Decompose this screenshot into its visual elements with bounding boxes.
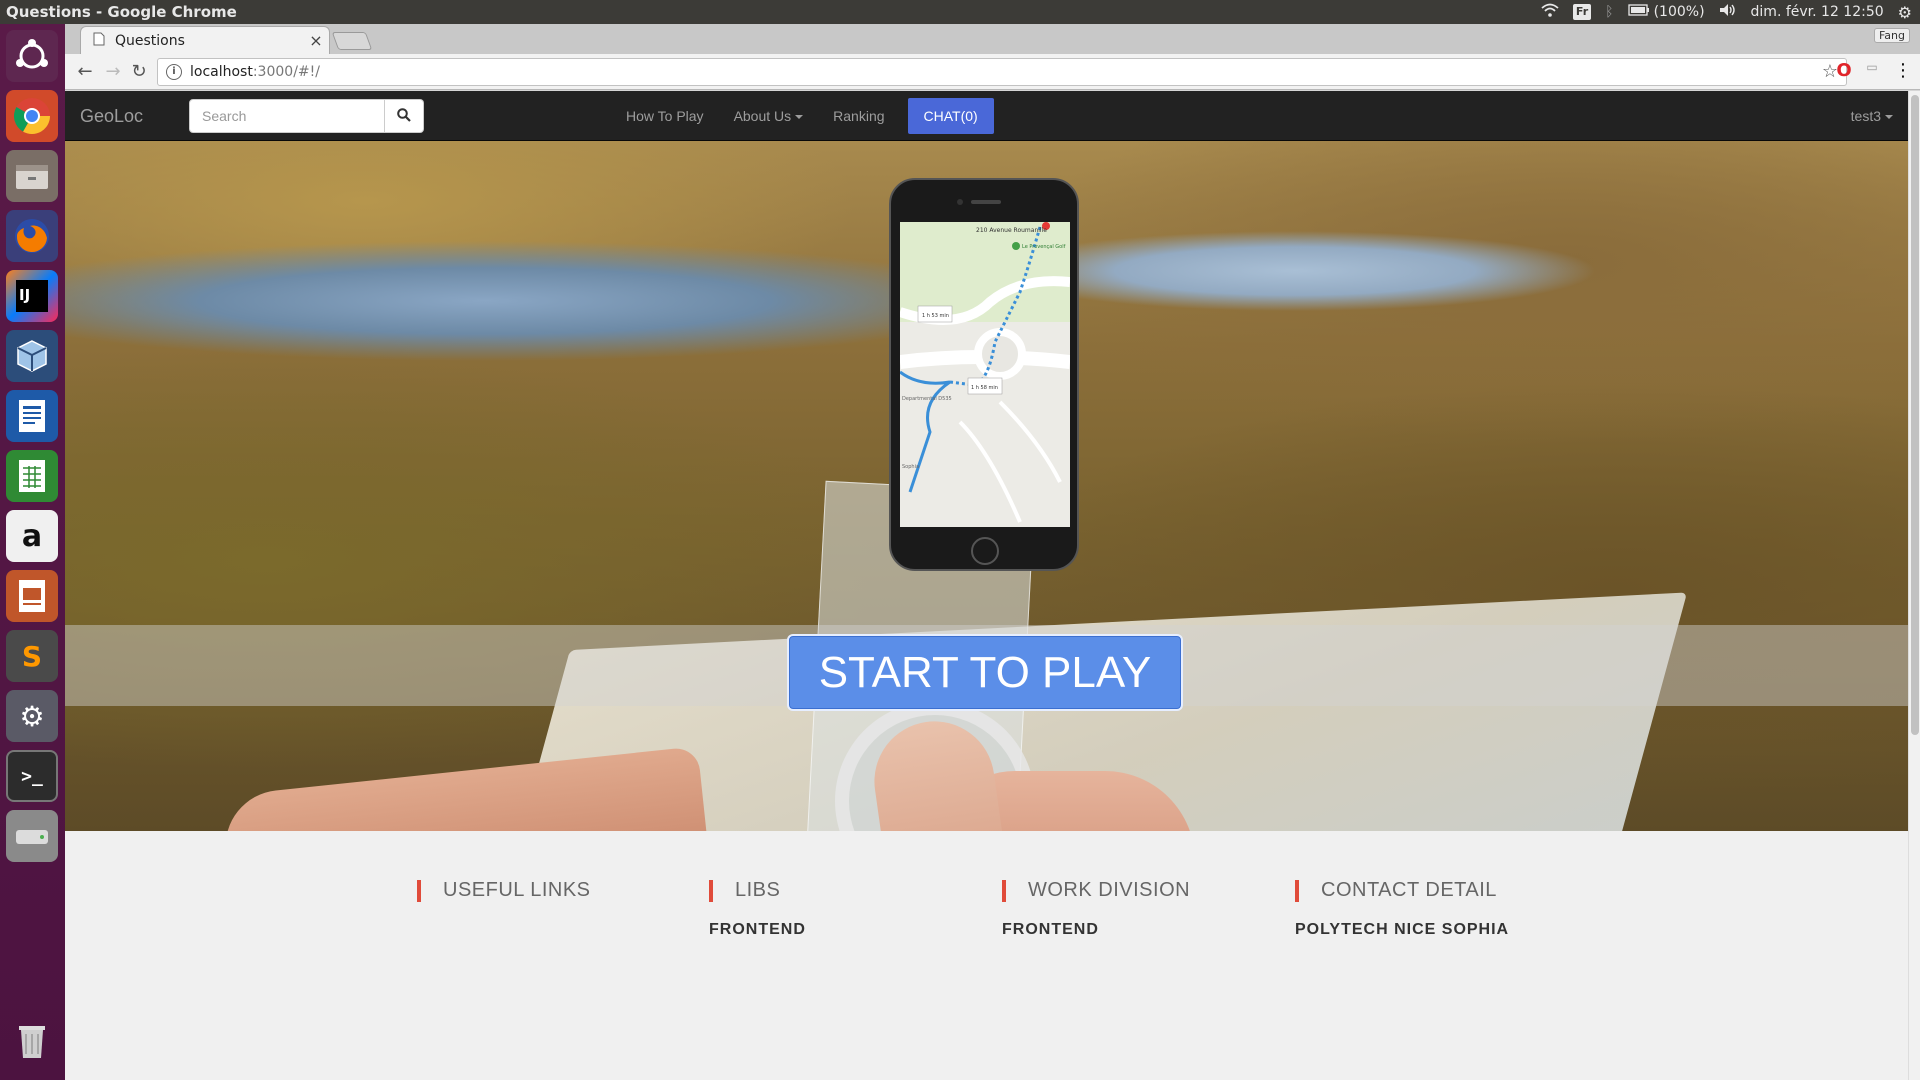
calc-icon[interactable] [6, 450, 58, 502]
url-host: localhost [190, 64, 253, 80]
browser-window: Questions × Fang ← → ↻ i localhost:3000/… [65, 24, 1920, 1080]
search-form [189, 99, 424, 133]
nav-about-us-label: About Us [733, 108, 792, 124]
scrollbar-thumb[interactable] [1911, 95, 1919, 735]
site-info-icon[interactable]: i [166, 64, 182, 80]
opera-extension-icon[interactable]: O [1832, 60, 1856, 81]
hero-section: 210 Avenue Roumanille Le Provençal Golf … [65, 141, 1908, 831]
intellij-icon[interactable]: IJ [6, 270, 58, 322]
site-footer: USEFUL LINKS LIBS WORK DIVISION CONTACT … [65, 831, 1908, 1080]
extension-icon[interactable]: ▭ [1860, 60, 1884, 74]
site-navbar: GeoLoc How To Play About Us Ranking CHAT… [65, 91, 1908, 141]
map-time-label-2: 1 h 58 min [971, 385, 998, 391]
nav-ranking[interactable]: Ranking [818, 91, 899, 141]
tab-title: Questions [115, 32, 185, 49]
heading-accent-bar [417, 879, 421, 902]
footer-heading-label: USEFUL LINKS [443, 879, 591, 901]
impress-icon[interactable] [6, 570, 58, 622]
footer-subheading-libs: FRONTEND [709, 921, 806, 938]
heading-accent-bar [709, 879, 713, 902]
forward-icon[interactable]: → [101, 60, 125, 84]
trash-icon[interactable] [6, 1014, 58, 1066]
chrome-menu-icon[interactable]: ⋮ [1891, 60, 1915, 81]
footer-heading-useful-links: USEFUL LINKS [417, 879, 591, 902]
search-input[interactable] [189, 99, 385, 133]
wifi-icon[interactable] [1541, 3, 1559, 21]
session-gear-icon[interactable]: ⚙ [1898, 3, 1912, 22]
phone-map-screen: 210 Avenue Roumanille Le Provençal Golf … [900, 222, 1070, 527]
battery-indicator[interactable]: (100%) [1627, 4, 1705, 20]
left-hand-illustration [220, 746, 710, 831]
launcher: IJ a S ⚙ >_ [0, 24, 65, 1080]
clock[interactable]: dim. févr. 12 12:50 [1751, 4, 1884, 20]
chrome-icon[interactable] [6, 90, 58, 142]
files-icon[interactable] [6, 150, 58, 202]
heading-accent-bar [1295, 879, 1299, 902]
map-time-label-1: 1 h 53 min [922, 313, 949, 319]
map-street-label: 210 Avenue Roumanille [976, 227, 1047, 234]
amazon-icon[interactable]: a [6, 510, 58, 562]
tab-close-icon[interactable]: × [303, 31, 329, 50]
keyboard-layout-indicator[interactable]: Fr [1572, 4, 1592, 20]
page-icon [93, 32, 105, 50]
page-scrollbar[interactable] [1908, 91, 1920, 1080]
tab-strip: Questions × Fang [65, 24, 1920, 54]
back-icon[interactable]: ← [73, 60, 97, 84]
system-top-panel: Questions - Google Chrome Fr ᛒ (100%) di… [0, 0, 1920, 24]
virtualbox-icon[interactable] [6, 330, 58, 382]
browser-toolbar: ← → ↻ i localhost:3000/#!/ ☆ O ▭ ⋮ [65, 54, 1920, 90]
footer-heading-work-division: WORK DIVISION [1002, 879, 1190, 902]
url-path: :3000/#!/ [252, 64, 320, 80]
bluetooth-icon[interactable]: ᛒ [1605, 4, 1613, 20]
map-town-label: Sophia [902, 464, 919, 470]
user-menu-dropdown[interactable]: test3 [1851, 91, 1893, 141]
tab-questions[interactable]: Questions × [80, 26, 330, 54]
username: test3 [1850, 108, 1881, 124]
start-to-play-button[interactable]: START TO PLAY [787, 634, 1183, 711]
nav-how-to-play[interactable]: How To Play [611, 91, 719, 141]
settings-icon[interactable]: ⚙ [6, 690, 58, 742]
phone-speaker [971, 200, 1001, 204]
caret-down-icon [1885, 115, 1893, 120]
phone-mockup: 210 Avenue Roumanille Le Provençal Golf … [889, 178, 1079, 571]
chat-button[interactable]: CHAT(0) [907, 98, 994, 134]
nav-about-us-dropdown[interactable]: About Us [719, 91, 819, 141]
profile-button[interactable]: Fang [1873, 28, 1910, 43]
writer-icon[interactable] [6, 390, 58, 442]
battery-icon [1627, 4, 1650, 20]
address-bar[interactable]: i localhost:3000/#!/ ☆ [157, 58, 1847, 86]
new-tab-button[interactable] [331, 32, 373, 50]
map-road-label: Departmental D535 [902, 396, 952, 402]
footer-heading-label: CONTACT DETAIL [1321, 879, 1497, 901]
nav-links: How To Play About Us Ranking CHAT(0) [611, 91, 994, 141]
footer-subheading-work-division: FRONTEND [1002, 921, 1099, 938]
phone-camera [957, 199, 963, 205]
map-poi-label: Le Provençal Golf [1022, 244, 1066, 250]
search-icon [397, 107, 411, 126]
footer-heading-libs: LIBS [709, 879, 780, 902]
footer-subheading-contact: POLYTECH NICE SOPHIA [1295, 921, 1510, 938]
heading-accent-bar [1002, 879, 1006, 902]
caret-down-icon [795, 115, 804, 120]
volume-icon[interactable] [1719, 3, 1737, 21]
search-button[interactable] [385, 99, 424, 133]
sublime-icon[interactable]: S [6, 630, 58, 682]
battery-percent: (100%) [1653, 4, 1705, 20]
page-viewport: GeoLoc How To Play About Us Ranking CHAT… [65, 91, 1920, 1080]
footer-heading-label: WORK DIVISION [1028, 879, 1191, 901]
reload-icon[interactable]: ↻ [127, 60, 151, 84]
drive-icon[interactable] [6, 810, 58, 862]
map-graphic: 210 Avenue Roumanille Le Provençal Golf … [900, 222, 1070, 523]
terminal-icon[interactable]: >_ [6, 750, 58, 802]
phone-home-button [971, 537, 999, 565]
window-title: Questions - Google Chrome [6, 3, 237, 21]
brand-logo[interactable]: GeoLoc [80, 91, 143, 141]
indicator-area: Fr ᛒ (100%) dim. févr. 12 12:50 ⚙ [1541, 0, 1912, 24]
ubuntu-dash-icon[interactable] [6, 30, 58, 82]
firefox-icon[interactable] [6, 210, 58, 262]
footer-heading-contact-detail: CONTACT DETAIL [1295, 879, 1497, 902]
footer-heading-label: LIBS [735, 879, 781, 901]
